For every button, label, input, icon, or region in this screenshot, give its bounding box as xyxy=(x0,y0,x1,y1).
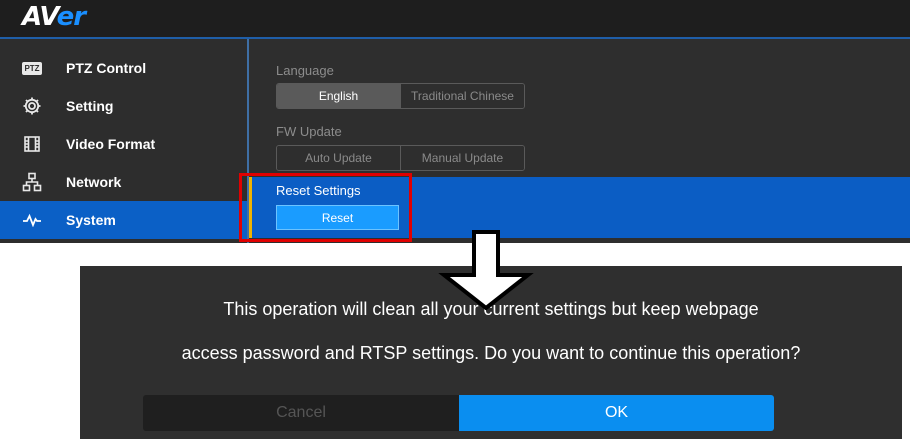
sidebar-item-setting[interactable]: Setting xyxy=(0,87,247,125)
fw-update-selector: Auto Update Manual Update xyxy=(276,145,525,171)
network-icon xyxy=(22,172,42,192)
ptz-icon: PTZ xyxy=(22,61,42,75)
ok-button[interactable]: OK xyxy=(459,395,774,431)
language-option-english[interactable]: English xyxy=(277,84,401,108)
fw-update-label: FW Update xyxy=(276,124,342,139)
top-bar: AVer xyxy=(0,0,910,39)
app-window: AVer PTZ PTZ Control Setting Video Forma… xyxy=(0,0,910,243)
cancel-button[interactable]: Cancel xyxy=(143,395,459,431)
language-label: Language xyxy=(276,63,334,78)
film-icon xyxy=(22,134,42,154)
language-selector: English Traditional Chinese xyxy=(276,83,525,109)
sidebar-item-system[interactable]: System xyxy=(0,201,247,239)
sidebar-item-label: Network xyxy=(66,174,122,190)
down-arrow-icon xyxy=(438,230,534,310)
pulse-icon xyxy=(22,210,42,230)
gear-icon xyxy=(22,96,42,116)
sidebar-item-label: Video Format xyxy=(66,136,156,152)
sidebar-item-label: Setting xyxy=(66,98,114,114)
sidebar-item-label: PTZ Control xyxy=(66,60,147,76)
language-option-traditional-chinese[interactable]: Traditional Chinese xyxy=(401,84,524,108)
fw-option-auto-update[interactable]: Auto Update xyxy=(277,146,401,170)
sidebar-item-ptz-control[interactable]: PTZ PTZ Control xyxy=(0,49,247,87)
sidebar-item-network[interactable]: Network xyxy=(0,163,247,201)
fw-option-manual-update[interactable]: Manual Update xyxy=(401,146,524,170)
sidebar-item-label: System xyxy=(66,212,116,228)
dialog-message-line-2: access password and RTSP settings. Do yo… xyxy=(181,343,801,363)
sidebar-item-video-format[interactable]: Video Format xyxy=(0,125,247,163)
red-highlight-box xyxy=(239,173,412,242)
aver-logo: AVer xyxy=(22,2,86,32)
sidebar: PTZ PTZ Control Setting Video Format Net… xyxy=(0,39,247,243)
